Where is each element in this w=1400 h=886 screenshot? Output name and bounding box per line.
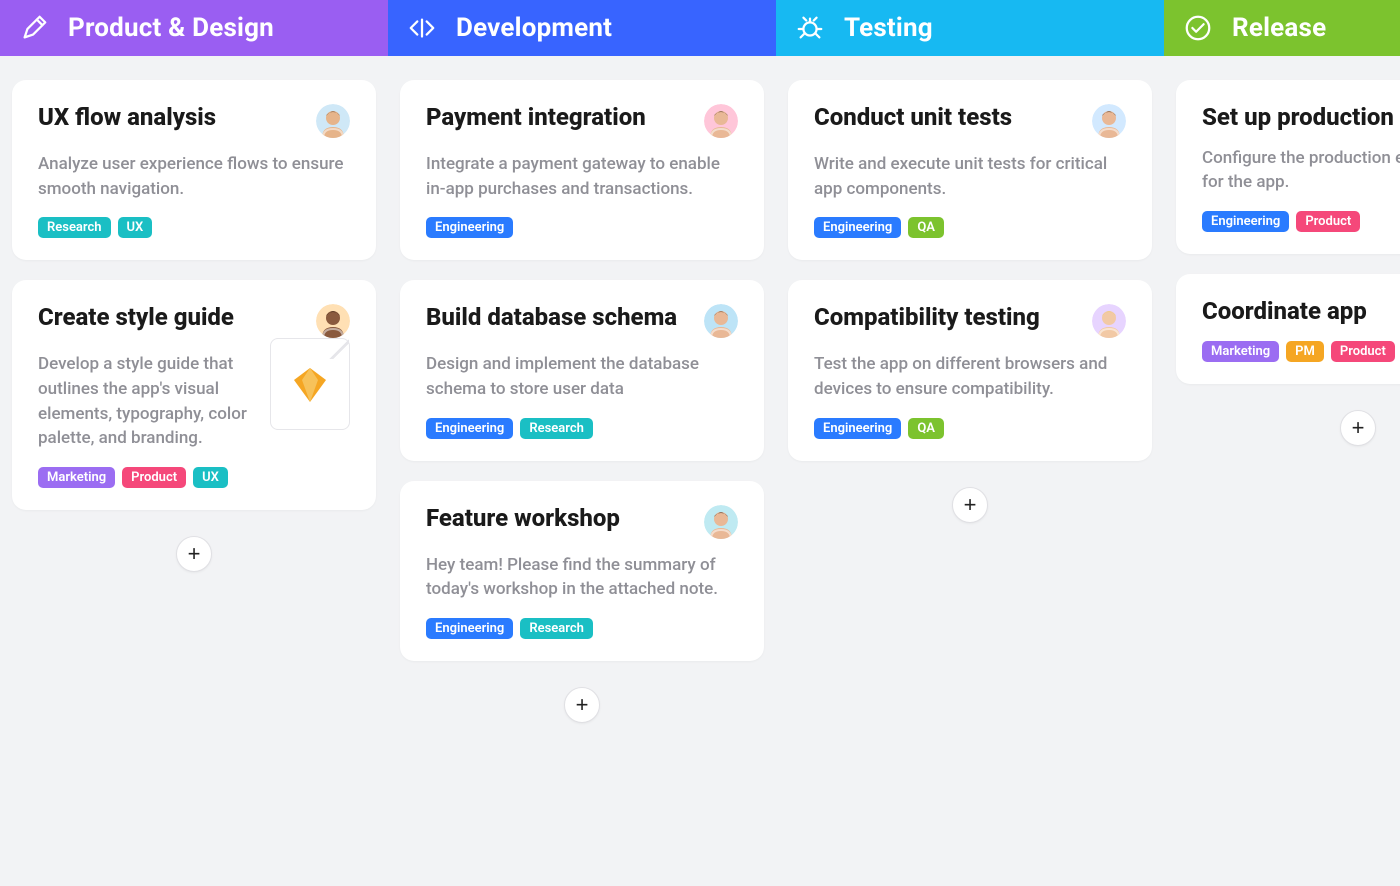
column-header-release[interactable]: Release [1164,0,1400,56]
card-description: Test the app on different browsers and d… [814,352,1126,401]
card[interactable]: Payment integration Integrate a payment g… [400,80,764,260]
card-head: Payment integration [426,104,738,138]
card-title: Coordinate app [1202,298,1371,326]
card-description: Analyze user experience flows to ensure … [38,152,350,201]
card-description: Hey team! Please find the summary of tod… [426,553,738,602]
card-body: Develop a style guide that outlines the … [38,338,350,451]
tag-list: Engineering QA [814,418,1126,439]
tag[interactable]: Engineering [1202,211,1289,232]
cards-list: Conduct unit tests Write and execute unit… [776,56,1164,535]
card-description: Develop a style guide that outlines the … [38,352,258,451]
card[interactable]: Set up production Configure the productio… [1176,80,1400,254]
column-development: Development Payment integration Integrate … [388,0,776,886]
card-head: Conduct unit tests [814,104,1126,138]
column-title: Release [1232,13,1326,43]
card-head: Feature workshop [426,505,738,539]
tag-list: Engineering [426,217,738,238]
add-card-button[interactable]: + [564,687,600,723]
tag[interactable]: Engineering [426,217,513,238]
card-head: Compatibility testing [814,304,1126,338]
tag[interactable]: Engineering [426,418,513,439]
avatar[interactable] [704,304,738,338]
card-head: UX flow analysis [38,104,350,138]
column-testing: Testing Conduct unit tests Write and execu… [776,0,1164,886]
card-description: Configure the production environment for… [1202,146,1400,195]
tag-list: Engineering Product [1202,211,1400,232]
cards-list: Payment integration Integrate a payment g… [388,56,776,735]
tag[interactable]: Marketing [1202,341,1279,362]
card-title: Payment integration [426,104,650,132]
card[interactable]: UX flow analysis Analyze user experience … [12,80,376,260]
tag[interactable]: QA [908,418,944,439]
column-product-design: Product & Design UX flow analysis Analyze … [0,0,388,886]
tag[interactable]: Research [520,418,593,439]
add-card-button[interactable]: + [1340,410,1376,446]
tag-list: Engineering QA [814,217,1126,238]
card-description: Integrate a payment gateway to enable in… [426,152,738,201]
column-header-product-design[interactable]: Product & Design [0,0,388,56]
card-title: Set up production [1202,104,1398,132]
card-title: Conduct unit tests [814,104,1016,132]
column-release: Release Set up production Configure the pr… [1164,0,1400,886]
tag[interactable]: PM [1286,341,1324,362]
tag[interactable]: Research [520,618,593,639]
card-title: Compatibility testing [814,304,1044,332]
code-icon [406,12,438,44]
avatar[interactable] [316,104,350,138]
card-description: Write and execute unit tests for critica… [814,152,1126,201]
tag[interactable]: Engineering [426,618,513,639]
tag[interactable]: Engineering [814,217,901,238]
tag[interactable]: Marketing [38,467,115,488]
card-head: Build database schema [426,304,738,338]
card[interactable]: Feature workshop Hey team! Please find th… [400,481,764,661]
card[interactable]: Compatibility testing Test the app on dif… [788,280,1152,460]
tag-list: Engineering Research [426,418,738,439]
tag[interactable]: Product [122,467,186,488]
column-header-development[interactable]: Development [388,0,776,56]
tag[interactable]: Engineering [814,418,901,439]
card-title: Feature workshop [426,505,624,533]
card-head: Create style guide [38,304,350,338]
tag[interactable]: Product [1331,341,1395,362]
card-title: Create style guide [38,304,238,332]
bug-icon [794,12,826,44]
cards-list: Set up production Configure the productio… [1164,56,1400,458]
tag-list: Marketing PM Product [1202,341,1400,362]
card-title: UX flow analysis [38,104,220,132]
card-title: Build database schema [426,304,681,332]
card-description: Design and implement the database schema… [426,352,738,401]
avatar[interactable] [1092,104,1126,138]
column-title: Testing [844,13,933,43]
check-icon [1182,12,1214,44]
column-title: Development [456,13,612,43]
column-title: Product & Design [68,13,274,43]
avatar[interactable] [704,505,738,539]
column-header-testing[interactable]: Testing [776,0,1164,56]
tag[interactable]: Research [38,217,111,238]
attachment-thumbnail[interactable] [270,338,350,430]
tag-list: Marketing Product UX [38,467,350,488]
card[interactable]: Create style guide Develop a style guide … [12,280,376,510]
avatar[interactable] [316,304,350,338]
card[interactable]: Coordinate app Marketing PM Product [1176,274,1400,385]
card-head: Coordinate app [1202,298,1400,326]
avatar[interactable] [1092,304,1126,338]
tag[interactable]: UX [118,217,153,238]
add-card-button[interactable]: + [952,487,988,523]
add-card-button[interactable]: + [176,536,212,572]
tag[interactable]: QA [908,217,944,238]
pen-icon [18,12,50,44]
tag[interactable]: Product [1296,211,1360,232]
tag-list: Engineering Research [426,618,738,639]
avatar[interactable] [704,104,738,138]
tag[interactable]: UX [193,467,228,488]
card-head: Set up production [1202,104,1400,132]
card[interactable]: Conduct unit tests Write and execute unit… [788,80,1152,260]
card[interactable]: Build database schema Design and implemen… [400,280,764,460]
cards-list: UX flow analysis Analyze user experience … [0,56,388,584]
tag-list: Research UX [38,217,350,238]
kanban-board: Product & Design UX flow analysis Analyze … [0,0,1400,886]
